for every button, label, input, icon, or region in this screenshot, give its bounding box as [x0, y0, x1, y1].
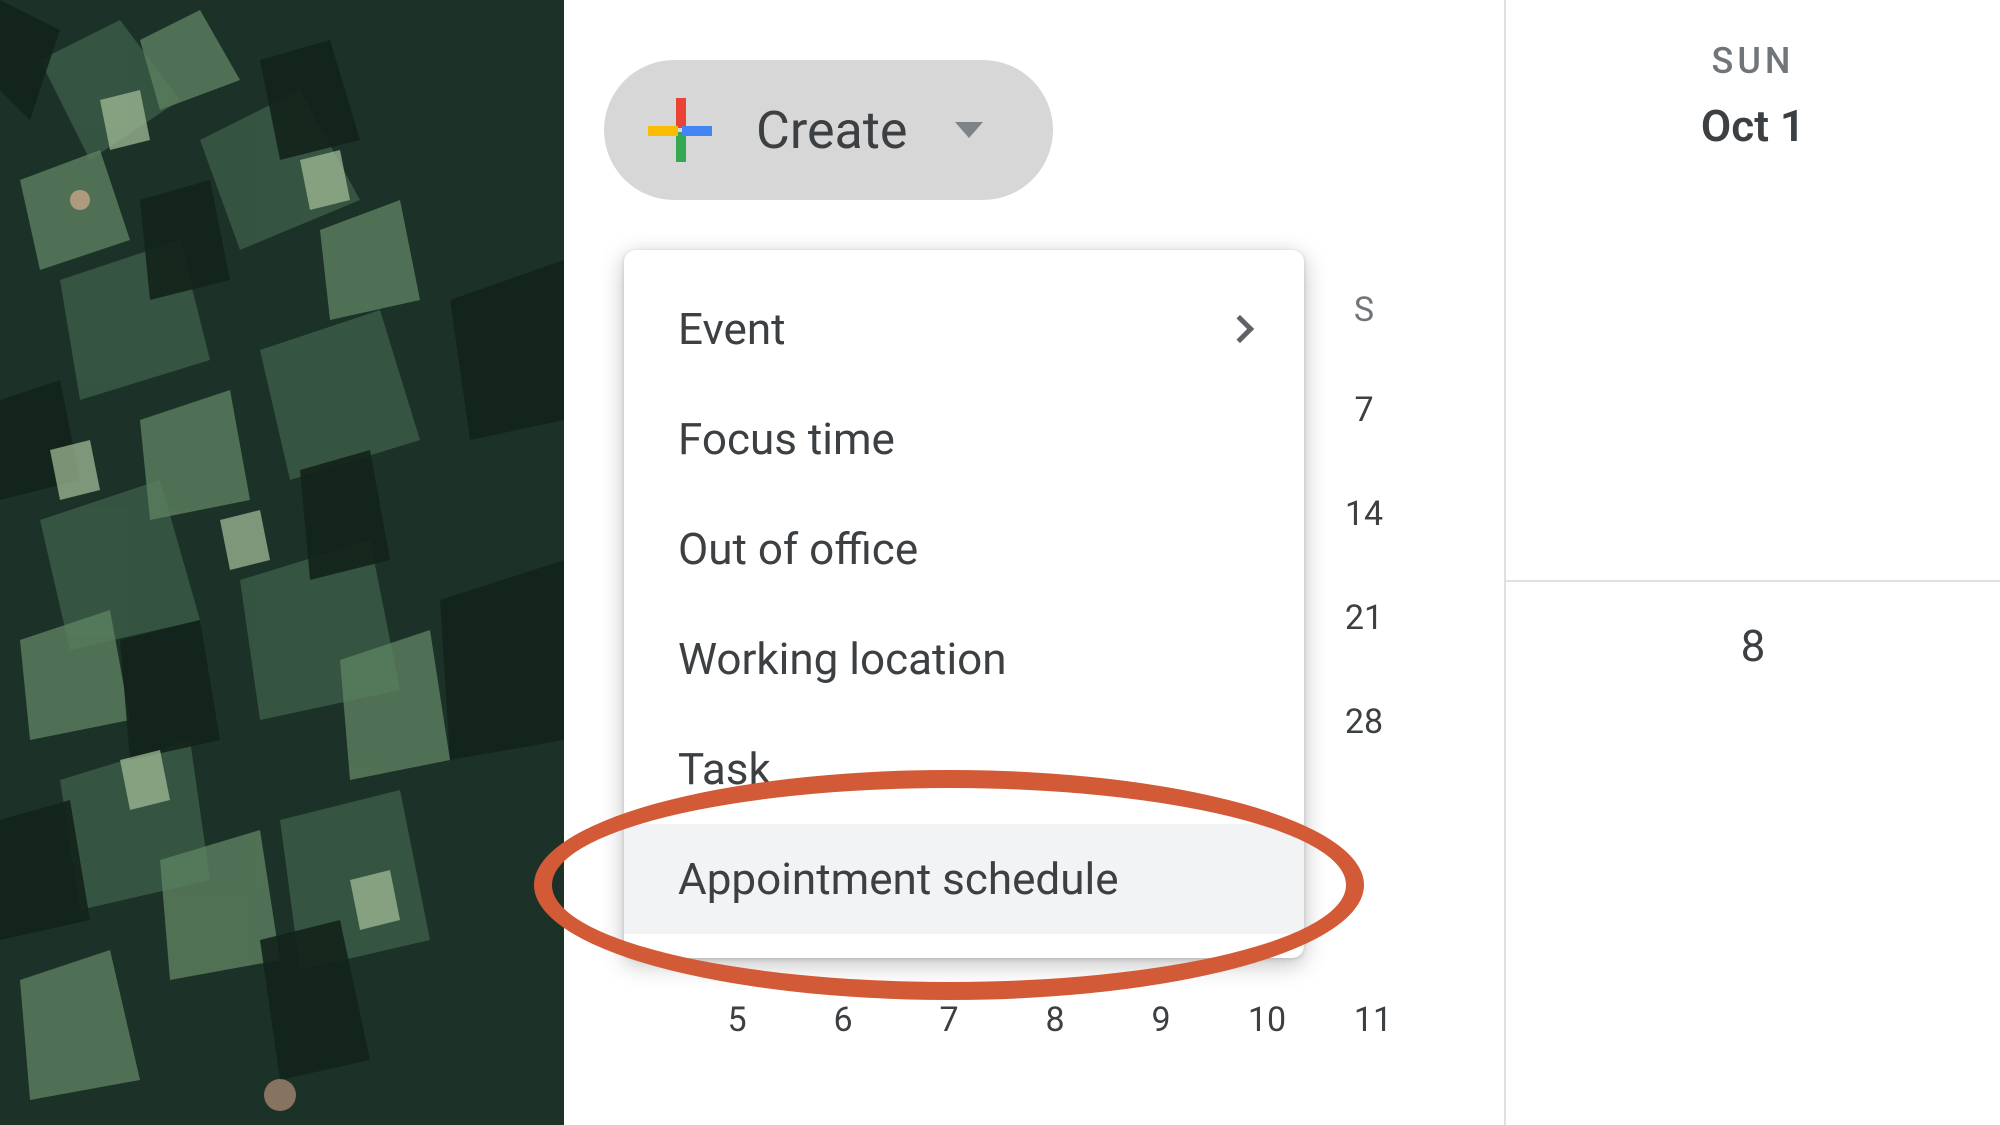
mini-calendar-date[interactable]: 21	[1334, 598, 1394, 638]
calendar-day-header: SUN Oct 1	[1506, 0, 2000, 152]
menu-item-label: Focus time	[678, 413, 895, 465]
menu-item-label: Event	[678, 303, 786, 355]
calendar-sidebar: S 7 14 21 28 5 6 7 8 9 10 11 Create	[564, 0, 1504, 1125]
menu-item-label: Working location	[678, 633, 1007, 685]
dropdown-caret-icon	[955, 122, 983, 138]
grid-divider	[1506, 580, 2000, 582]
create-dropdown-menu: Event Focus time Out of office Working l…	[624, 250, 1304, 958]
mini-calendar-week-row: 5 6 7 8 9 10 11	[714, 1000, 1396, 1040]
calendar-day-number[interactable]: 8	[1506, 620, 2000, 672]
menu-item-label: Task	[678, 743, 771, 795]
menu-item-focus-time[interactable]: Focus time	[624, 384, 1304, 494]
menu-item-out-of-office[interactable]: Out of office	[624, 494, 1304, 604]
mini-calendar-date[interactable]: 5	[714, 1000, 760, 1040]
wallpaper-background	[0, 0, 564, 1125]
menu-item-label: Appointment schedule	[678, 853, 1119, 905]
mini-calendar-weekday-header: S	[1334, 290, 1394, 330]
menu-item-label: Out of office	[678, 523, 918, 575]
mini-calendar-date[interactable]: 7	[926, 1000, 972, 1040]
calendar-date-label: Oct 1	[1506, 100, 2000, 152]
create-button[interactable]: Create	[604, 60, 1053, 200]
mini-calendar-date[interactable]: 28	[1334, 702, 1394, 742]
mini-calendar-date[interactable]: 11	[1350, 1000, 1396, 1040]
menu-item-task[interactable]: Task	[624, 714, 1304, 824]
mini-calendar-date[interactable]: 6	[820, 1000, 866, 1040]
mini-calendar-date[interactable]: 7	[1334, 390, 1394, 430]
menu-item-appointment-schedule[interactable]: Appointment schedule	[624, 824, 1304, 934]
mini-calendar-date[interactable]: 8	[1032, 1000, 1078, 1040]
calendar-grid[interactable]: SUN Oct 1 8	[1504, 0, 2000, 1125]
calendar-weekday-label: SUN	[1506, 40, 2000, 82]
chevron-right-icon	[1226, 315, 1254, 343]
mini-calendar-date[interactable]: 14	[1334, 494, 1394, 534]
mini-calendar-date[interactable]: 10	[1244, 1000, 1290, 1040]
menu-item-event[interactable]: Event	[624, 274, 1304, 384]
menu-item-working-location[interactable]: Working location	[624, 604, 1304, 714]
mini-calendar-column: S 7 14 21 28	[1334, 290, 1394, 806]
mini-calendar-date[interactable]: 9	[1138, 1000, 1184, 1040]
google-plus-icon	[648, 98, 712, 162]
create-button-label: Create	[756, 100, 907, 161]
